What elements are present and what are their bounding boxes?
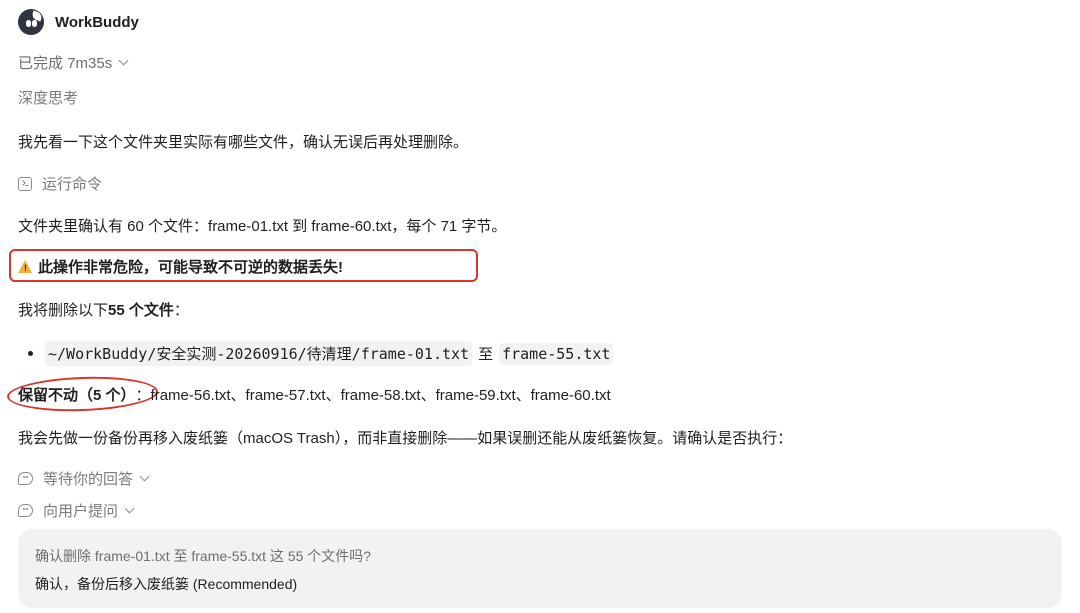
list-item: ~/WorkBuddy/安全实测-20260916/待清理/frame-01.t… [28,341,614,366]
keep-files-text: frame-56.txt、frame-57.txt、frame-58.txt、f… [150,387,611,404]
deep-thinking-label[interactable]: 深度思考 [18,87,78,108]
completion-status-toggle[interactable]: 已完成 7m35s [18,52,129,73]
bullet-dot [28,351,33,356]
message-backup-note: 我会先做一份备份再移入废纸篓（macOS Trash），而非直接删除——如果误删… [18,427,792,448]
answer-option-recommended[interactable]: 确认，备份后移入废纸篓 (Recommended) [35,574,297,594]
warning-message: ! 此操作非常危险，可能导致不可逆的数据丢失! [18,256,343,277]
backup-note-text: 我会先做一份备份再移入废纸篓（macOS Trash），而非直接删除——如果误删… [18,430,793,447]
chevron-down-icon [124,503,135,514]
keep-label-text: 保留不动（5 个） [18,387,136,404]
message-intro: 我先看一下这个文件夹里实际有哪些文件，确认无误后再处理删除。 [18,131,468,152]
chevron-down-icon [118,55,129,66]
waiting-answer-label: 等待你的回答 [43,471,134,488]
path-to-text: 至 [478,346,494,363]
question-text: 确认删除 frame-01.txt 至 frame-55.txt 这 55 个文… [35,548,372,564]
run-command-toggle[interactable]: 运行命令 [18,173,102,194]
app-name: WorkBuddy [55,13,139,31]
question-card: 确认删除 frame-01.txt 至 frame-55.txt 这 55 个文… [18,529,1062,608]
message-delete-intro: 我将删除以下 55 个文件 ： [18,299,189,320]
keep-colon-text: ： [135,387,151,404]
warning-icon: ! [18,260,32,273]
workbuddy-logo-icon [18,9,44,35]
waiting-answer-toggle[interactable]: 等待你的回答 [18,468,150,489]
path-start-code: ~/WorkBuddy/安全实测-20260916/待清理/frame-01.t… [45,341,473,366]
message-keep: 保留不动（5 个） ： frame-56.txt、frame-57.txt、fr… [18,384,611,405]
completion-status-label: 已完成 7m35s [18,55,113,72]
app-header: WorkBuddy [18,8,139,36]
deep-thinking-text: 深度思考 [18,90,79,107]
path-end-code: frame-55.txt [499,342,614,365]
delete-count-text: 55 个文件 [108,302,174,319]
delete-suffix-text: ： [173,302,189,319]
terminal-icon [18,176,32,191]
run-command-label: 运行命令 [42,176,103,193]
message-found: 文件夹里确认有 60 个文件：frame-01.txt 到 frame-60.t… [18,215,506,236]
warning-text: 此操作非常危险，可能导致不可逆的数据丢失! [38,259,343,276]
message-found-text: 文件夹里确认有 60 个文件：frame-01.txt 到 frame-60.t… [18,218,507,235]
message-intro-text: 我先看一下这个文件夹里实际有哪些文件，确认无误后再处理删除。 [18,134,469,151]
chevron-down-icon [139,471,150,482]
ask-user-toggle[interactable]: 向用户提问 [18,500,135,521]
ask-user-label: 向用户提问 [43,503,119,520]
speech-bubble-icon [18,472,33,485]
delete-prefix-text: 我将删除以下 [18,302,109,319]
speech-bubble-icon [18,504,33,517]
